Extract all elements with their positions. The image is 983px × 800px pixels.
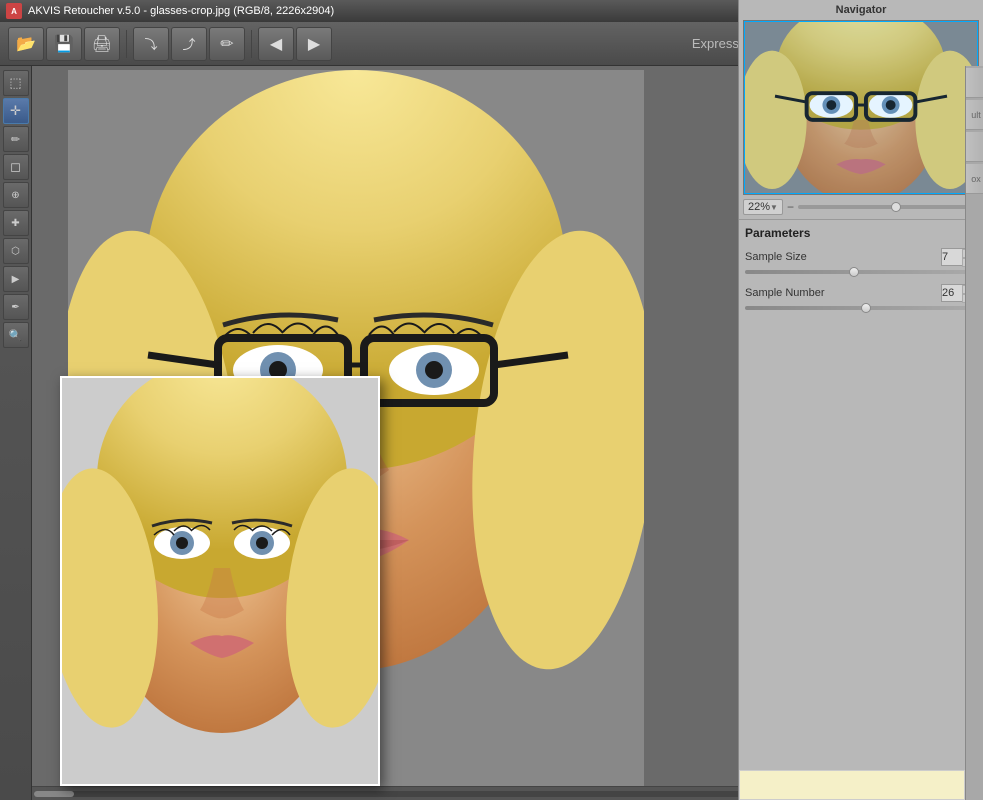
zoom-value: 22% — [748, 201, 770, 213]
nav-viewport-box — [744, 21, 978, 194]
save-button[interactable]: 💾 — [46, 27, 82, 61]
right-side-panel: ult ox — [965, 66, 983, 800]
fill-tool[interactable]: ▶ — [3, 266, 29, 292]
brush-button[interactable]: ✏ — [209, 27, 245, 61]
zoom-dropdown-icon[interactable]: ▼ — [770, 203, 778, 212]
toolbar-separator-2 — [251, 30, 252, 58]
sample-size-row: Sample Size 7 ▲ ▼ — [745, 248, 977, 274]
print-button[interactable]: 🖨 — [84, 27, 120, 61]
right-panel: Navigator — [738, 0, 983, 800]
note-area — [739, 770, 965, 800]
sample-size-label-row: Sample Size 7 ▲ ▼ — [745, 248, 977, 266]
sample-size-thumb[interactable] — [849, 267, 859, 277]
sample-number-value: 26 — [942, 287, 954, 299]
brush-tool[interactable]: ✏ — [3, 126, 29, 152]
sample-number-slider[interactable] — [745, 306, 977, 310]
preview-popup-inner — [62, 378, 378, 784]
parameters-panel: Parameters Sample Size 7 ▲ ▼ — [739, 220, 983, 800]
preview-popup — [60, 376, 380, 786]
forward-button[interactable]: ▶ — [296, 27, 332, 61]
open-button[interactable]: 📂 — [8, 27, 44, 61]
back-button[interactable]: ◀ — [258, 27, 294, 61]
scroll-thumb[interactable] — [34, 791, 74, 797]
navigator-preview[interactable] — [743, 20, 979, 195]
window-title: AKVIS Retoucher v.5.0 - glasses-crop.jpg… — [28, 5, 334, 17]
side-panel-btn-3[interactable] — [966, 132, 983, 162]
zoom-tool[interactable]: 🔍 — [3, 322, 29, 348]
import-button[interactable]: ⤵ — [133, 27, 169, 61]
eyedropper-tool[interactable]: ✒ — [3, 294, 29, 320]
side-panel-btn-2[interactable]: ult — [966, 100, 983, 130]
toolbar-separator-1 — [126, 30, 127, 58]
parameters-title: Parameters — [745, 226, 977, 240]
navigator-title: Navigator — [743, 4, 979, 16]
preview-face-illustration — [62, 378, 380, 786]
zoom-out-button[interactable]: − — [787, 200, 794, 214]
sample-number-label-row: Sample Number 26 ▲ ▼ — [745, 284, 977, 302]
side-panel-btn-1[interactable] — [966, 68, 983, 98]
export-button[interactable]: ⤴ — [171, 27, 207, 61]
zoom-controls: 22% ▼ − + — [743, 199, 979, 215]
main-area: ⬚ ✛ ✏ ◻ ⊕ ✚ ⬡ ▶ ✒ 🔍 — [0, 66, 983, 800]
sample-number-row: Sample Number 26 ▲ ▼ — [745, 284, 977, 310]
healing-tool[interactable]: ✚ — [3, 210, 29, 236]
sample-size-label: Sample Size — [745, 251, 807, 263]
patch-tool[interactable]: ⬡ — [3, 238, 29, 264]
sample-number-label: Sample Number — [745, 287, 824, 299]
title-bar-left: A AKVIS Retoucher v.5.0 - glasses-crop.j… — [6, 3, 334, 19]
navigator: Navigator — [739, 0, 983, 220]
move-tool[interactable]: ✛ — [3, 98, 29, 124]
zoom-slider-thumb[interactable] — [891, 202, 901, 212]
sample-number-thumb[interactable] — [861, 303, 871, 313]
tools-panel: ⬚ ✛ ✏ ◻ ⊕ ✚ ⬡ ▶ ✒ 🔍 — [0, 66, 32, 800]
sample-size-slider[interactable] — [745, 270, 977, 274]
sample-size-value: 7 — [942, 251, 948, 263]
app-icon: A — [6, 3, 22, 19]
clone-tool[interactable]: ⊕ — [3, 182, 29, 208]
zoom-slider-track[interactable] — [798, 205, 968, 209]
eraser-tool[interactable]: ◻ — [3, 154, 29, 180]
selection-tool[interactable]: ⬚ — [3, 70, 29, 96]
zoom-display[interactable]: 22% ▼ — [743, 199, 783, 215]
side-panel-btn-4[interactable]: ox — [966, 164, 983, 194]
